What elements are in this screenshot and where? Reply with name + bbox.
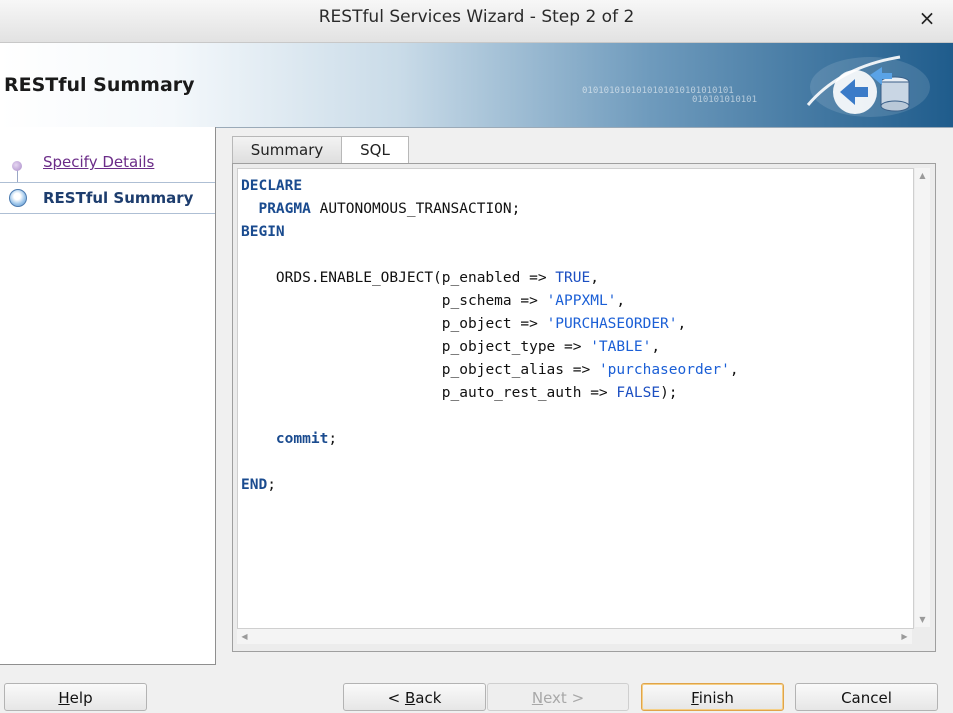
tab-sql[interactable]: SQL bbox=[341, 136, 409, 164]
close-icon[interactable]: × bbox=[915, 6, 939, 30]
sql-text-fragment: , bbox=[651, 339, 661, 355]
sql-literal: 'purchaseorder' bbox=[598, 362, 730, 378]
sql-text-fragment: ; bbox=[267, 477, 276, 493]
sql-keyword: BEGIN bbox=[241, 224, 285, 240]
sql-text-fragment: , bbox=[677, 316, 687, 332]
help-button[interactable]: Help bbox=[4, 683, 147, 711]
sql-keyword: PRAGMA bbox=[258, 201, 311, 217]
sql-literal: FALSE bbox=[616, 385, 661, 401]
sql-literal: 'APPXML' bbox=[546, 293, 617, 309]
sql-text-fragment: AUTONOMOUS_TRANSACTION; bbox=[310, 201, 521, 217]
button-label: elp bbox=[69, 689, 93, 707]
sql-text-fragment: , bbox=[729, 362, 739, 378]
banner-binary-decoration: 0101010101010101010101010101 01010101010… bbox=[582, 87, 757, 105]
next-button[interactable]: Next > bbox=[487, 683, 629, 711]
tab-summary[interactable]: Summary bbox=[232, 136, 342, 163]
back-button[interactable]: < Back bbox=[343, 683, 486, 711]
sql-text-fragment: ORDS.ENABLE_OBJECT(p_enabled => bbox=[275, 270, 556, 286]
mnemonic: B bbox=[404, 689, 416, 707]
sql-text-fragment: p_schema => bbox=[441, 293, 547, 309]
sql-keyword: DECLARE bbox=[241, 178, 303, 194]
sql-text-fragment: p_auto_rest_auth => bbox=[441, 385, 617, 401]
horizontal-scrollbar[interactable]: ◀ ▶ bbox=[237, 629, 912, 644]
step-label[interactable]: Specify Details bbox=[43, 153, 154, 171]
wizard-steps-panel: Specify Details RESTful Summary bbox=[0, 127, 216, 665]
sql-text-fragment: , bbox=[616, 293, 626, 309]
sql-literal: TRUE bbox=[555, 270, 591, 286]
sql-code-area[interactable]: DECLARE PRAGMA AUTONOMOUS_TRANSACTION; B… bbox=[237, 168, 914, 629]
scroll-left-icon[interactable]: ◀ bbox=[237, 629, 252, 644]
sql-keyword: END bbox=[241, 477, 268, 493]
sql-keyword: commit bbox=[275, 431, 329, 447]
sql-text-fragment: ); bbox=[660, 385, 678, 401]
step-current-dot-icon bbox=[9, 189, 27, 207]
title-bar: RESTful Services Wizard - Step 2 of 2 × bbox=[0, 0, 953, 43]
step-restful-summary[interactable]: RESTful Summary bbox=[0, 182, 215, 214]
scroll-down-icon[interactable]: ▼ bbox=[915, 612, 930, 627]
finish-button[interactable]: Finish bbox=[641, 683, 784, 711]
sql-literal: 'PURCHASEORDER' bbox=[546, 316, 678, 332]
scroll-right-icon[interactable]: ▶ bbox=[897, 629, 912, 644]
scroll-up-icon[interactable]: ▲ bbox=[915, 168, 930, 183]
sql-text-fragment: p_object => bbox=[441, 316, 547, 332]
mnemonic: F bbox=[691, 689, 699, 707]
sql-editor: DECLARE PRAGMA AUTONOMOUS_TRANSACTION; B… bbox=[232, 163, 936, 652]
database-rest-logo-icon bbox=[806, 55, 930, 117]
sql-text: DECLARE PRAGMA AUTONOMOUS_TRANSACTION; B… bbox=[238, 169, 913, 497]
step-visited-dot-icon bbox=[12, 161, 22, 171]
page-title: RESTful Summary bbox=[4, 74, 195, 96]
mnemonic: H bbox=[58, 689, 70, 707]
button-label: inish bbox=[698, 689, 734, 707]
button-label: ext > bbox=[543, 689, 585, 707]
sql-text-fragment: ; bbox=[328, 431, 338, 447]
mnemonic: N bbox=[531, 689, 544, 707]
step-specify-details[interactable]: Specify Details bbox=[0, 149, 215, 175]
vertical-scrollbar[interactable]: ▲ ▼ bbox=[915, 168, 930, 627]
wizard-banner: RESTful Summary 010101010101010101010101… bbox=[0, 43, 953, 128]
step-label: RESTful Summary bbox=[43, 189, 194, 207]
sql-text-fragment: p_object_alias => bbox=[441, 362, 599, 378]
button-label: ack bbox=[415, 689, 442, 707]
cancel-button[interactable]: Cancel bbox=[795, 683, 938, 711]
binary-line-2: 010101010101 bbox=[692, 95, 758, 105]
button-label: < bbox=[387, 689, 405, 707]
sql-literal: 'TABLE' bbox=[590, 339, 652, 355]
sql-text-fragment: , bbox=[590, 270, 599, 286]
window-title: RESTful Services Wizard - Step 2 of 2 bbox=[318, 7, 635, 27]
sql-text-fragment: p_object_type => bbox=[441, 339, 591, 355]
